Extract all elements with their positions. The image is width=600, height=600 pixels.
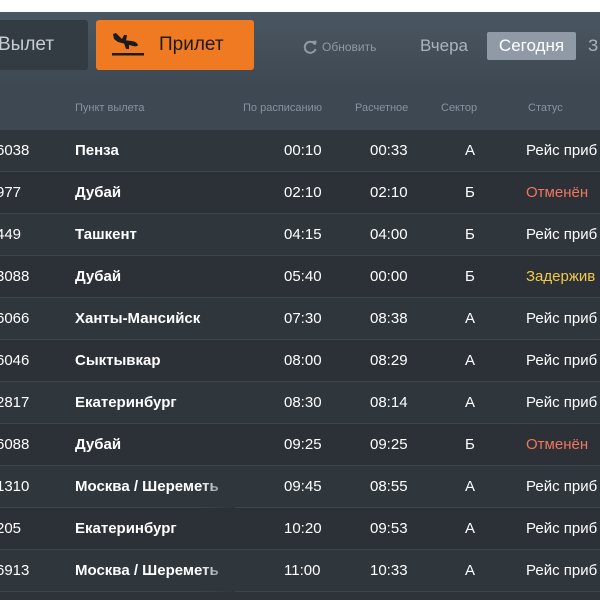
page-top-edge bbox=[0, 0, 600, 12]
flight-status: Рейс приб bbox=[526, 226, 598, 243]
flight-number: 1310 bbox=[0, 478, 30, 495]
day-today-button[interactable]: Сегодня bbox=[487, 32, 576, 60]
arrivals-tab[interactable]: Прилет bbox=[96, 20, 254, 70]
estimated-time: 02:10 bbox=[370, 184, 408, 201]
flight-number: 977 bbox=[0, 184, 22, 201]
scheduled-time: 10:20 bbox=[284, 520, 322, 537]
estimated-time: 08:55 bbox=[370, 478, 408, 495]
estimated-time: 08:38 bbox=[370, 310, 408, 327]
table-row[interactable]: 977 Дубай 02:10 02:10 Б Отменён bbox=[0, 172, 600, 214]
scheduled-time: 07:30 bbox=[284, 310, 322, 327]
flight-status: Задержив bbox=[526, 268, 596, 285]
flight-status: Рейс приб bbox=[526, 310, 598, 327]
origin-city: Екатеринбург bbox=[75, 520, 177, 537]
origin-city: Ташкент bbox=[75, 226, 137, 243]
estimated-time: 04:00 bbox=[370, 226, 408, 243]
flight-number: 6913 bbox=[0, 562, 30, 579]
flight-status: Рейс приб bbox=[526, 142, 598, 159]
estimated-time: 00:33 bbox=[370, 142, 408, 159]
day-yesterday-button[interactable]: Вчера bbox=[420, 34, 468, 58]
estimated-time: 09:53 bbox=[370, 520, 408, 537]
scheduled-time: 02:10 bbox=[284, 184, 322, 201]
flight-number: 6046 bbox=[0, 352, 30, 369]
header-status: Статус bbox=[528, 102, 563, 114]
flight-number: 6066 bbox=[0, 310, 30, 327]
table-row[interactable]: 1310 Москва / Шереметь 09:45 08:55 А Рейс при… bbox=[0, 466, 600, 508]
flights-table-body: 6038 Пенза 00:10 00:33 А Рейс приб 977 Дубай 02:… bbox=[0, 130, 600, 592]
table-row[interactable]: 6066 Ханты-Мансийск 07:30 08:38 А Рейс приб bbox=[0, 298, 600, 340]
scheduled-time: 08:30 bbox=[284, 394, 322, 411]
estimated-time: 09:25 bbox=[370, 436, 408, 453]
departures-tab-label: Вылет bbox=[0, 34, 55, 55]
table-header: Пункт вылета По расписанию Расчетное Сек… bbox=[0, 88, 600, 130]
table-row[interactable]: 6088 Дубай 09:25 09:25 Б Отменён bbox=[0, 424, 600, 466]
flight-number: 6088 bbox=[0, 436, 30, 453]
flight-status: Рейс приб bbox=[526, 394, 598, 411]
sector: А bbox=[465, 352, 476, 369]
sector: А bbox=[465, 562, 476, 579]
day-tomorrow-button[interactable]: З bbox=[588, 34, 598, 58]
departures-tab[interactable]: Вылет bbox=[0, 20, 88, 70]
flight-status: Отменён bbox=[526, 436, 589, 453]
table-row[interactable]: 3088 Дубай 05:40 00:00 Б Задержив bbox=[0, 256, 600, 298]
table-row[interactable]: 205 Екатеринбург 10:20 09:53 А Рейс приб bbox=[0, 508, 600, 550]
flight-number: 205 bbox=[0, 520, 22, 537]
scheduled-time: 04:15 bbox=[284, 226, 322, 243]
header-origin: Пункт вылета bbox=[75, 102, 145, 114]
estimated-time: 10:33 bbox=[370, 562, 408, 579]
header-estimated: Расчетное bbox=[355, 102, 409, 114]
table-row[interactable]: 449 Ташкент 04:15 04:00 Б Рейс приб bbox=[0, 214, 600, 256]
origin-city: Ханты-Мансийск bbox=[75, 310, 201, 327]
header-sector: Сектор bbox=[441, 102, 478, 114]
flight-status: Рейс приб bbox=[526, 520, 598, 537]
board-toolbar: Вылет Прилет Обновить Вчера Сегодня З bbox=[0, 12, 600, 88]
estimated-time: 08:14 bbox=[370, 394, 408, 411]
scheduled-time: 09:25 bbox=[284, 436, 322, 453]
sector: А bbox=[465, 520, 476, 537]
sector: А bbox=[465, 310, 476, 327]
plane-landing-icon bbox=[112, 33, 144, 56]
sector: Б bbox=[465, 226, 475, 243]
sector: Б bbox=[465, 436, 475, 453]
origin-city: Сыктывкар bbox=[75, 352, 161, 369]
origin-city: Дубай bbox=[75, 184, 122, 201]
header-scheduled: По расписанию bbox=[243, 102, 323, 114]
origin-city: Москва / Шереметь bbox=[75, 550, 235, 592]
flight-status: Отменён bbox=[526, 184, 589, 201]
scheduled-time: 09:45 bbox=[284, 478, 322, 495]
origin-city: Москва / Шереметь bbox=[75, 466, 235, 508]
flight-number: 2817 bbox=[0, 394, 30, 411]
scheduled-time: 08:00 bbox=[284, 352, 322, 369]
origin-city: Пенза bbox=[75, 142, 119, 159]
origin-city: Дубай bbox=[75, 436, 122, 453]
flight-number: 6038 bbox=[0, 142, 30, 159]
sector: А bbox=[465, 394, 476, 411]
refresh-icon bbox=[303, 40, 317, 54]
flight-number: 3088 bbox=[0, 268, 30, 285]
table-row[interactable]: 2817 Екатеринбург 08:30 08:14 А Рейс приб bbox=[0, 382, 600, 424]
flight-status: Рейс приб bbox=[526, 478, 598, 495]
table-row[interactable]: 6913 Москва / Шереметь 11:00 10:33 А Рейс при… bbox=[0, 550, 600, 592]
table-row[interactable]: 6038 Пенза 00:10 00:33 А Рейс приб bbox=[0, 130, 600, 172]
flight-status: Рейс приб bbox=[526, 352, 598, 369]
arrivals-tab-label: Прилет bbox=[159, 34, 224, 55]
flight-status: Рейс приб bbox=[526, 562, 598, 579]
refresh-label: Обновить bbox=[322, 40, 377, 54]
estimated-time: 08:29 bbox=[370, 352, 408, 369]
sector: А bbox=[465, 478, 476, 495]
scheduled-time: 11:00 bbox=[284, 562, 321, 579]
table-row[interactable]: 6046 Сыктывкар 08:00 08:29 А Рейс приб bbox=[0, 340, 600, 382]
origin-city: Дубай bbox=[75, 268, 122, 285]
scheduled-time: 00:10 bbox=[284, 142, 322, 159]
origin-city: Екатеринбург bbox=[75, 394, 177, 411]
sector: Б bbox=[465, 184, 475, 201]
sector: Б bbox=[465, 268, 475, 285]
estimated-time: 00:00 bbox=[370, 268, 408, 285]
sector: А bbox=[465, 142, 476, 159]
flight-number: 449 bbox=[0, 226, 22, 243]
scheduled-time: 05:40 bbox=[284, 268, 322, 285]
